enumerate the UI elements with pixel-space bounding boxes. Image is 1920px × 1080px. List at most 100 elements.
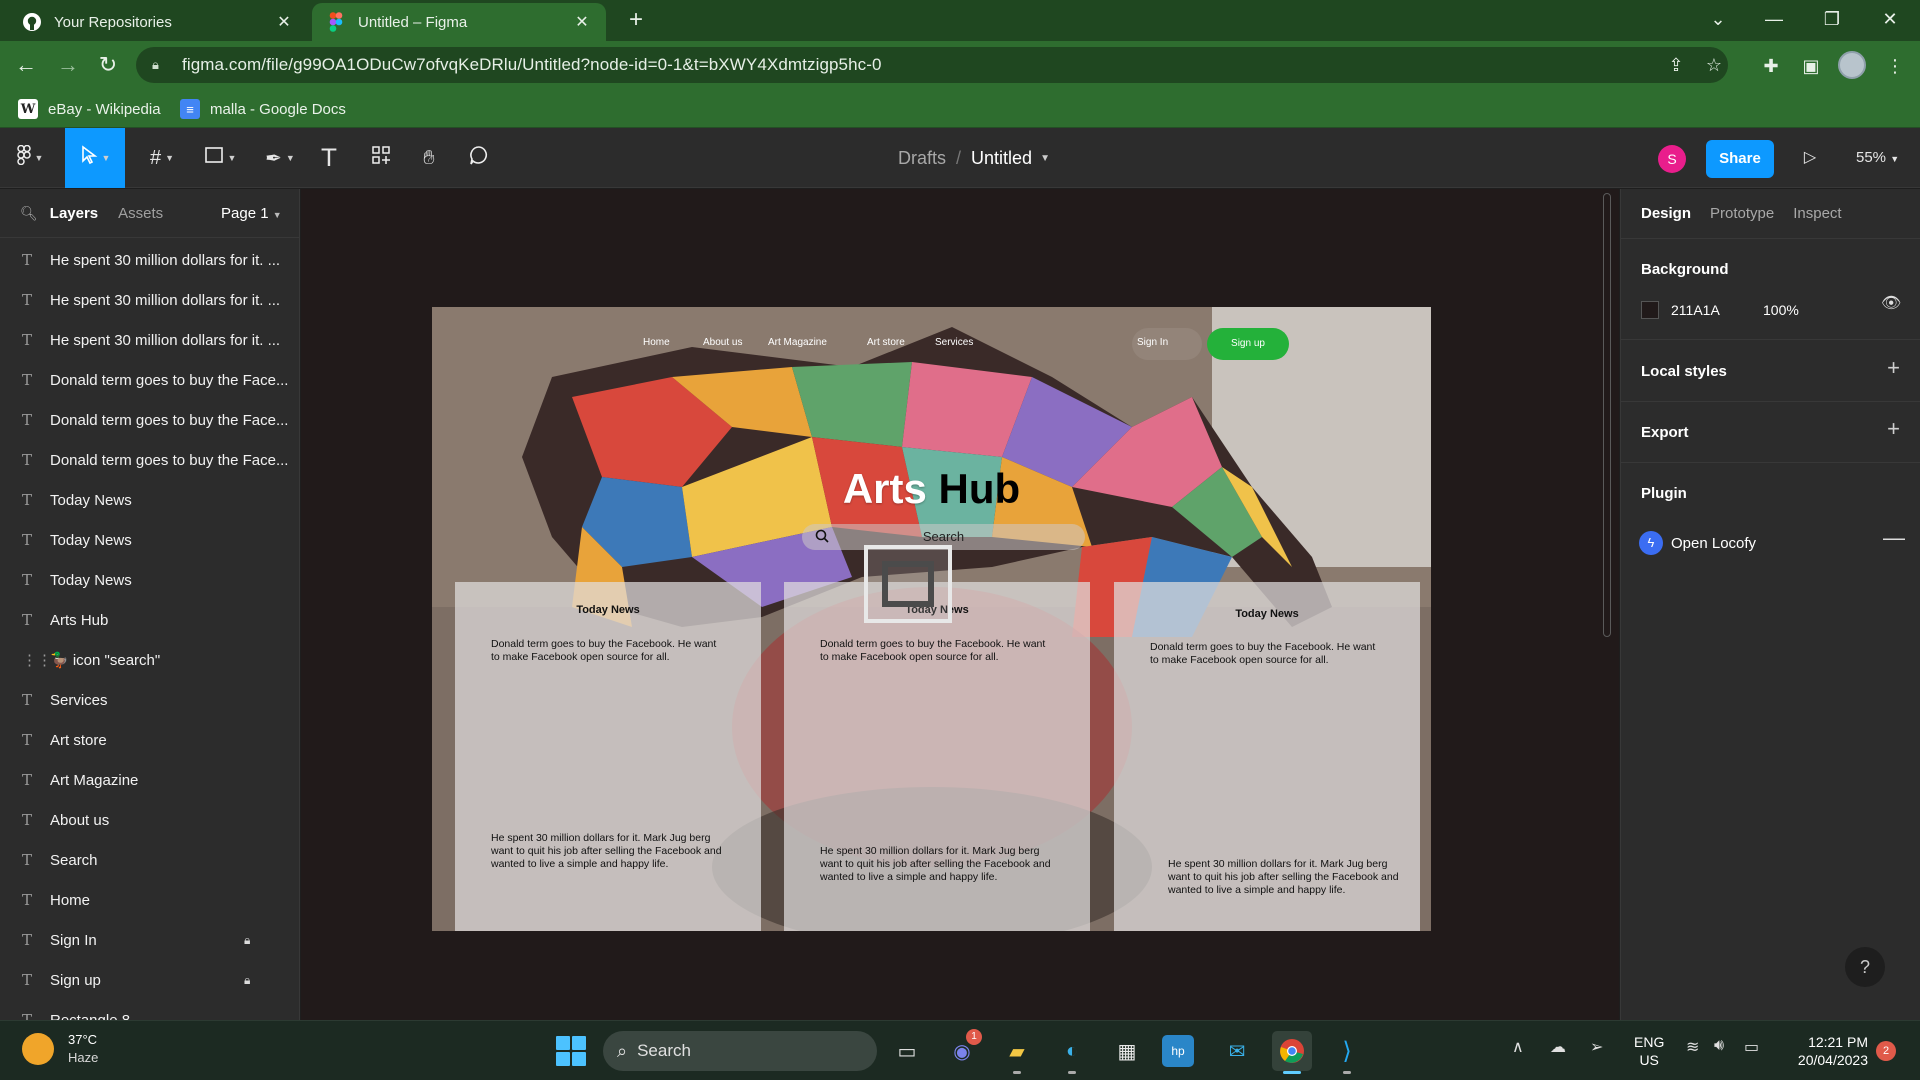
sign-in-link[interactable]: Sign In [1137, 337, 1168, 348]
location-arrow-icon[interactable]: ➢ [1590, 1037, 1603, 1057]
layer-row[interactable]: T Donald term goes to buy the Face... [0, 400, 299, 440]
url-bar[interactable]: 🔒︎ figma.com/file/g99OA1ODuCw7ofvqKeDRlu… [136, 47, 1728, 83]
taskbar-search[interactable]: ⌕ Search [603, 1031, 877, 1071]
forward-arrow-icon[interactable]: → [52, 49, 84, 81]
close-window-button[interactable]: ✕ [1862, 0, 1918, 40]
layer-row[interactable]: T Arts Hub [0, 600, 299, 640]
background-opacity[interactable]: 100% [1763, 302, 1799, 318]
nav-about-us[interactable]: About us [703, 337, 742, 348]
tab-assets[interactable]: Assets [118, 205, 163, 222]
vscode-icon[interactable]: ⟩ [1327, 1031, 1367, 1074]
tab-layers[interactable]: Layers [50, 205, 98, 222]
layer-row[interactable]: T Art store [0, 720, 299, 760]
design-canvas[interactable]: Home About us Art Magazine Art store Ser… [301, 189, 1619, 1020]
notification-badge[interactable]: 2 [1876, 1041, 1896, 1061]
microsoft-store-icon[interactable]: ▦ [1107, 1031, 1147, 1071]
layer-row[interactable]: T Today News [0, 560, 299, 600]
layer-row[interactable]: T Services [0, 680, 299, 720]
messenger-icon[interactable]: ✉ [1217, 1031, 1257, 1071]
shape-tool-button[interactable]: ▼ [196, 128, 244, 188]
hand-tool-button[interactable]: ✋︎ [414, 128, 444, 188]
user-avatar[interactable]: S [1658, 145, 1686, 173]
chevron-down-icon[interactable]: ▼ [1040, 153, 1050, 164]
task-view-icon[interactable]: ▭ [887, 1031, 927, 1071]
nav-services[interactable]: Services [935, 337, 973, 348]
myhp-icon[interactable]: hp [1162, 1035, 1194, 1067]
new-tab-button[interactable]: + [622, 6, 650, 34]
add-style-plus-icon[interactable]: + [1887, 355, 1900, 381]
layer-row[interactable]: T Rectangle 8 [0, 1000, 299, 1020]
tab-figma-untitled[interactable]: Untitled – Figma ✕ [312, 3, 606, 41]
bookmark-ebay-wikipedia[interactable]: W eBay - Wikipedia [18, 97, 161, 121]
layer-row[interactable]: T Donald term goes to buy the Face... [0, 440, 299, 480]
layer-row[interactable]: T Today News [0, 480, 299, 520]
layer-row[interactable]: T Sign up 🔒︎ [0, 960, 299, 1000]
plugin-open-locofy[interactable]: ϟ Open Locofy [1639, 531, 1756, 555]
nav-art-store[interactable]: Art store [867, 337, 905, 348]
language-indicator[interactable]: ENG US [1634, 1033, 1664, 1069]
battery-icon[interactable]: ▭ [1744, 1037, 1759, 1057]
layer-row[interactable]: T Donald term goes to buy the Face... [0, 360, 299, 400]
restore-button[interactable]: ❐ [1804, 0, 1860, 40]
figma-main-menu-button[interactable]: ▼ [6, 128, 54, 188]
side-panel-icon[interactable]: ▣ [1796, 51, 1826, 81]
text-tool-button[interactable]: T [314, 128, 344, 188]
layer-row[interactable]: T Today News [0, 520, 299, 560]
edge-browser-icon[interactable]: ◐ [1052, 1031, 1092, 1074]
pen-tool-button[interactable]: ✒ ▼ [256, 128, 304, 188]
layer-row[interactable]: ⋮⋮ 🦆 icon "search" [0, 640, 299, 680]
sign-up-button[interactable]: Sign up [1207, 328, 1289, 360]
news-card-3[interactable]: Today News Donald term goes to buy the F… [1114, 582, 1420, 931]
profile-avatar[interactable] [1838, 51, 1866, 79]
file-explorer-icon[interactable]: ▰ [997, 1031, 1037, 1074]
close-icon[interactable]: ✕ [572, 12, 592, 32]
onedrive-cloud-icon[interactable]: ☁ [1550, 1037, 1566, 1057]
windows-start-icon[interactable] [556, 1036, 586, 1066]
news-card-2[interactable]: Today News Donald term goes to buy the F… [784, 582, 1090, 931]
page-selector[interactable]: Page 1 ▼ [221, 205, 282, 222]
news-card-1[interactable]: Today News Donald term goes to buy the F… [455, 582, 761, 931]
layer-row[interactable]: T Home [0, 880, 299, 920]
arts-hub-frame[interactable]: Home About us Art Magazine Art store Ser… [432, 307, 1431, 931]
reload-icon[interactable]: ↻ [92, 49, 124, 81]
layer-row[interactable]: T He spent 30 million dollars for it. ... [0, 280, 299, 320]
search-icon[interactable]: 🔍︎ [20, 205, 38, 222]
extensions-icon[interactable]: ✚ [1756, 51, 1786, 81]
lock-icon[interactable]: 🔒︎ [244, 933, 250, 948]
share-page-icon[interactable]: ⇪ [1660, 47, 1692, 83]
bookmark-star-icon[interactable]: ☆ [1698, 47, 1730, 83]
eye-icon[interactable]: 👁︎ [1881, 293, 1901, 313]
background-hex[interactable]: 211A1A [1671, 302, 1763, 318]
back-arrow-icon[interactable]: ← [10, 49, 42, 81]
help-button[interactable]: ? [1845, 947, 1885, 987]
volume-icon[interactable]: 🔊︎ [1714, 1037, 1724, 1055]
background-fill-row[interactable]: 211A1A 100% [1641, 301, 1799, 319]
present-play-icon[interactable]: ▷ [1796, 144, 1824, 172]
add-export-plus-icon[interactable]: + [1887, 416, 1900, 442]
nav-art-magazine[interactable]: Art Magazine [768, 337, 827, 348]
tab-search-chevron-icon[interactable]: ⌄ [1690, 0, 1746, 40]
move-tool-button[interactable]: ▼ [65, 128, 125, 188]
layer-row[interactable]: T About us [0, 800, 299, 840]
canvas-scrollbar[interactable] [1603, 193, 1611, 637]
bookmark-malla-docs[interactable]: ≡ malla - Google Docs [180, 97, 346, 121]
frame-tool-button[interactable]: # ▼ [138, 128, 186, 188]
chrome-icon[interactable] [1272, 1031, 1312, 1074]
tab-design[interactable]: Design [1641, 205, 1691, 222]
menu-kebab-icon[interactable]: ⋮ [1880, 51, 1910, 81]
tab-prototype[interactable]: Prototype [1710, 205, 1774, 222]
lock-icon[interactable]: 🔒︎ [244, 973, 250, 988]
resources-tool-button[interactable] [366, 128, 396, 188]
layer-row[interactable]: T Sign In 🔒︎ [0, 920, 299, 960]
file-name[interactable]: Untitled [971, 148, 1032, 169]
comment-tool-button[interactable] [464, 128, 494, 188]
layer-row[interactable]: T Art Magazine [0, 760, 299, 800]
close-icon[interactable]: ✕ [274, 12, 294, 32]
color-swatch[interactable] [1641, 301, 1659, 319]
minimize-button[interactable]: — [1746, 0, 1802, 40]
show-hidden-icons-chevron[interactable]: ∧ [1512, 1037, 1524, 1057]
layer-row[interactable]: T Search [0, 840, 299, 880]
breadcrumb-drafts-link[interactable]: Drafts [898, 148, 946, 169]
share-button[interactable]: Share [1706, 140, 1774, 178]
remove-plugin-minus-icon[interactable]: — [1883, 525, 1905, 551]
